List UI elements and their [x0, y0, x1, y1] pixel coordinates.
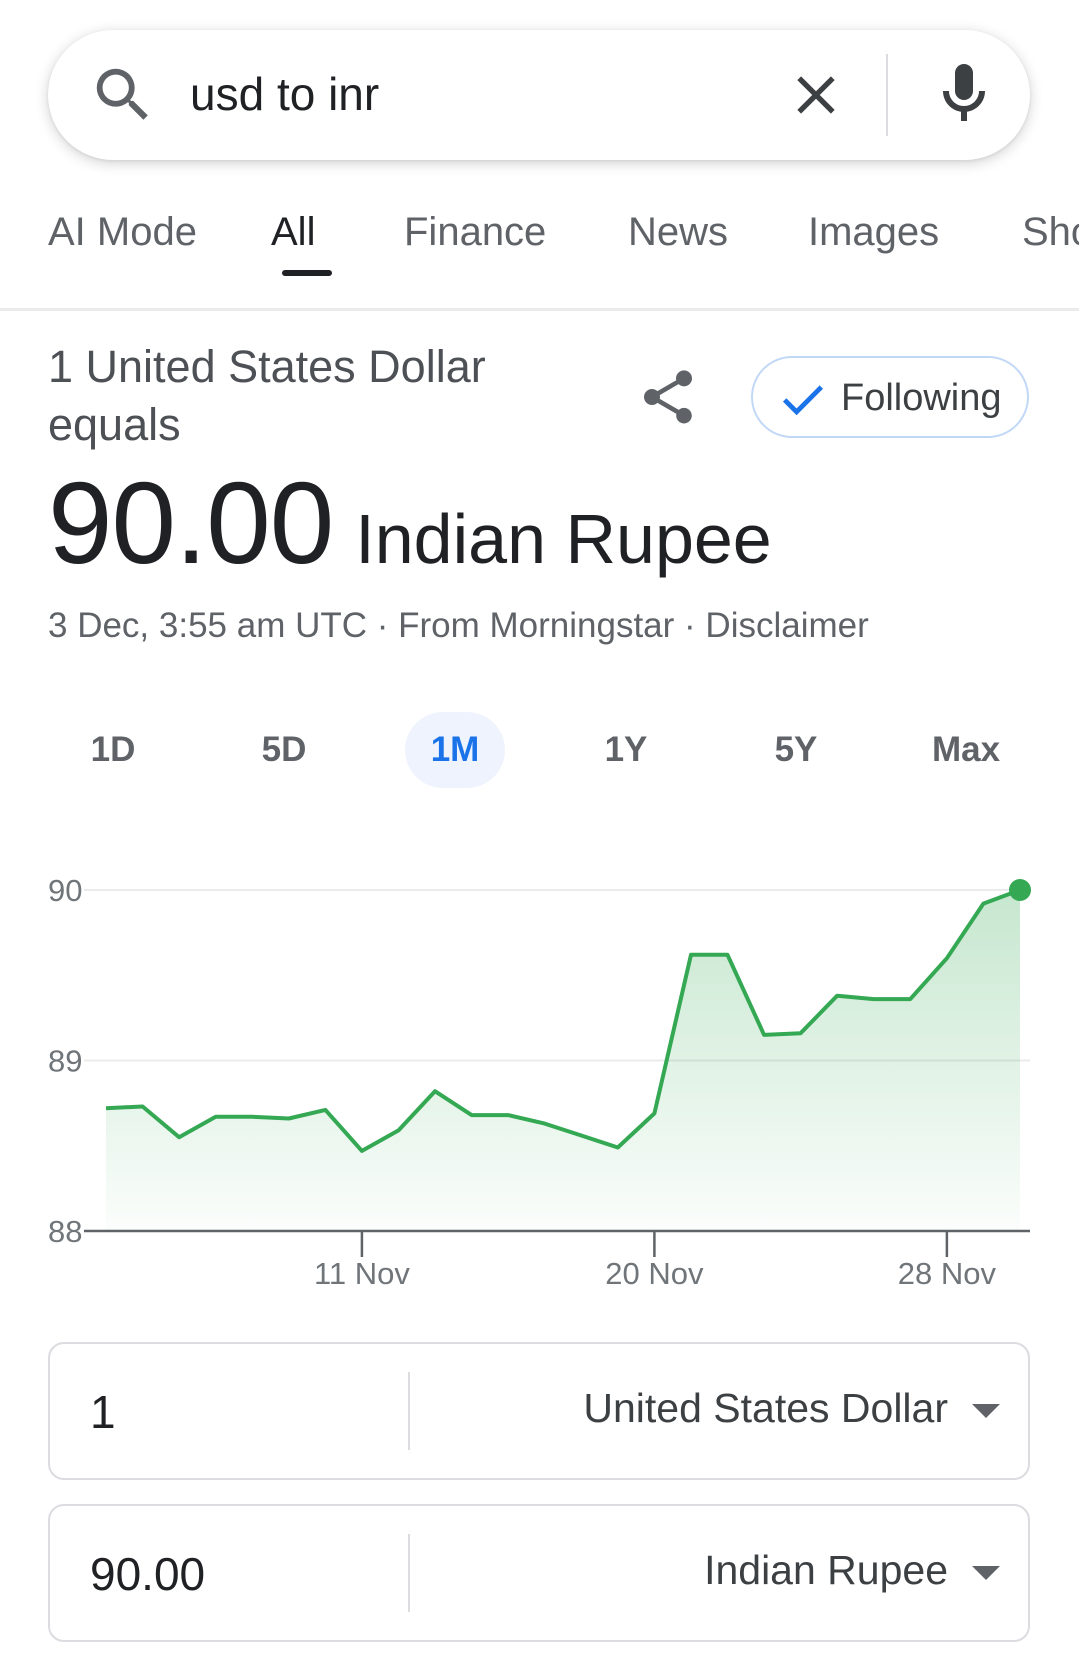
source-text: From Morningstar — [398, 606, 675, 645]
to-currency-select[interactable]: Indian Rupee — [704, 1542, 948, 1598]
from-amount-input[interactable]: 1 — [90, 1382, 116, 1442]
following-button[interactable]: Following — [751, 356, 1029, 438]
dropdown-arrow-icon[interactable] — [972, 1566, 1000, 1580]
rate-row: 90.00 Indian Rupee — [48, 458, 772, 588]
equals-text: 1 United States Dollar equals — [48, 341, 486, 450]
range-1m[interactable]: 1M — [405, 712, 505, 788]
rate-unit: Indian Rupee — [355, 500, 772, 578]
exchange-rate-chart[interactable]: 90 89 88 11 Nov 20 Nov 28 Nov — [0, 850, 1079, 1300]
from-currency-select[interactable]: United States Dollar — [583, 1380, 948, 1436]
quote-meta: 3 Dec, 3:55 am UTC · From Morningstar · … — [48, 604, 869, 648]
y-tick-label: 90 — [48, 873, 82, 908]
active-tab-indicator — [282, 270, 332, 276]
tab-news[interactable]: News — [628, 208, 728, 256]
chart-points — [1009, 879, 1031, 901]
rate-value: 90.00 — [48, 458, 334, 588]
disclaimer-link[interactable]: Disclaimer — [705, 606, 868, 645]
to-amount-input[interactable]: 90.00 — [90, 1544, 205, 1604]
check-icon — [782, 385, 824, 416]
tab-images[interactable]: Images — [808, 208, 939, 256]
search-bar[interactable]: usd to inr — [48, 30, 1030, 160]
range-1d[interactable]: 1D — [63, 712, 163, 788]
search-divider — [886, 54, 888, 136]
tab-finance[interactable]: Finance — [404, 208, 546, 256]
meta-separator: · — [376, 606, 389, 645]
microphone-icon[interactable] — [928, 58, 1000, 130]
share-icon[interactable] — [636, 364, 700, 430]
x-tick-label: 11 Nov — [314, 1256, 410, 1291]
range-1y[interactable]: 1Y — [576, 712, 676, 788]
to-currency-row: 90.00 Indian Rupee — [48, 1504, 1030, 1642]
from-currency-row: 1 United States Dollar — [48, 1342, 1030, 1480]
search-input[interactable]: usd to inr — [190, 64, 379, 124]
range-5y[interactable]: 5Y — [746, 712, 846, 788]
range-5d[interactable]: 5D — [234, 712, 334, 788]
meta-separator: · — [684, 606, 696, 645]
y-tick-label: 89 — [48, 1044, 82, 1079]
tab-ai-mode[interactable]: AI Mode — [48, 208, 197, 256]
x-tick-label: 20 Nov — [605, 1256, 704, 1291]
chart-axis — [84, 1229, 1030, 1257]
last-point-marker — [1009, 879, 1031, 901]
y-tick-label: 88 — [48, 1214, 82, 1249]
following-label: Following — [841, 377, 1002, 419]
row-divider — [408, 1372, 410, 1450]
row-divider — [408, 1534, 410, 1612]
range-selector: 1D 5D 1M 1Y 5Y Max — [0, 712, 1079, 788]
range-max[interactable]: Max — [916, 712, 1016, 788]
search-tabs: AI Mode All Finance News Images Sho — [0, 198, 1079, 311]
clear-icon[interactable] — [784, 63, 848, 127]
search-icon — [96, 68, 148, 120]
dropdown-arrow-icon[interactable] — [972, 1404, 1000, 1418]
tab-shopping[interactable]: Sho — [1022, 208, 1079, 256]
x-tick-label: 28 Nov — [898, 1256, 997, 1291]
timestamp: 3 Dec, 3:55 am UTC — [48, 606, 367, 645]
tab-all[interactable]: All — [271, 208, 315, 256]
